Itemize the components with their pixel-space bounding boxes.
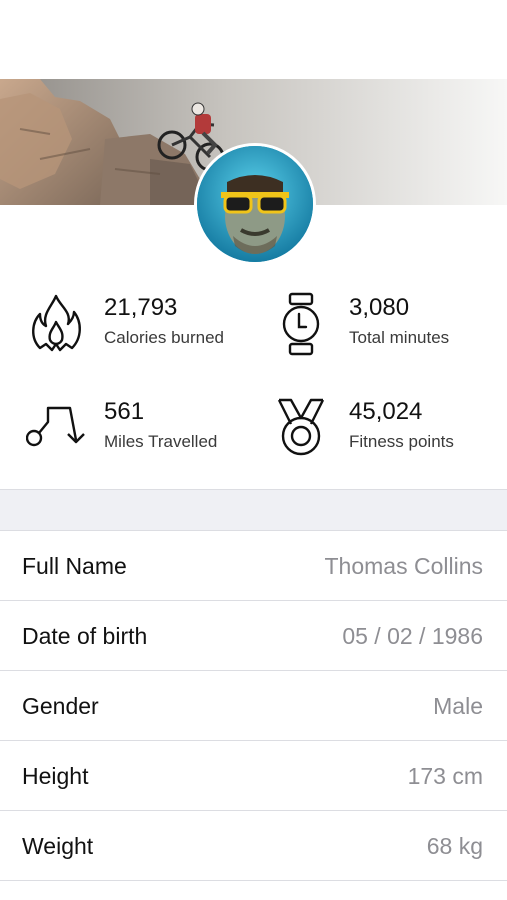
profile-screen: 21,793 Calories burned 3,080 Total minut… xyxy=(0,0,507,900)
calories-value: 21,793 xyxy=(104,294,178,321)
miles-label: Miles Travelled xyxy=(104,432,218,451)
info-row-date-of-birth[interactable]: Date of birth 05 / 02 / 1986 xyxy=(0,601,507,671)
avatar-image xyxy=(197,146,313,262)
medal-icon xyxy=(271,396,331,460)
minutes-value: 3,080 xyxy=(349,294,410,321)
flame-icon xyxy=(26,292,86,356)
info-value: Male xyxy=(433,693,483,719)
profile-info-list: Full Name Thomas Collins Date of birth 0… xyxy=(0,531,507,881)
info-label: Height xyxy=(22,763,89,789)
watch-icon xyxy=(271,292,331,356)
info-value: 68 kg xyxy=(426,833,483,859)
points-value: 45,024 xyxy=(349,398,423,425)
stat-points: 45,024 Fitness points xyxy=(271,396,501,466)
miles-value: 561 xyxy=(104,398,145,425)
info-value: Thomas Collins xyxy=(324,553,484,579)
stat-minutes: 3,080 Total minutes xyxy=(271,292,501,362)
info-row-height[interactable]: Height 173 cm xyxy=(0,741,507,811)
minutes-label: Total minutes xyxy=(349,328,450,347)
stat-miles: 561 Miles Travelled xyxy=(25,396,256,466)
calories-label: Calories burned xyxy=(104,328,225,347)
info-label: Gender xyxy=(22,693,99,719)
avatar[interactable] xyxy=(194,143,316,265)
route-icon xyxy=(25,396,86,460)
info-value: 05 / 02 / 1986 xyxy=(342,623,483,649)
info-row-full-name[interactable]: Full Name Thomas Collins xyxy=(0,531,507,601)
info-label: Full Name xyxy=(22,553,127,579)
section-separator xyxy=(0,489,507,531)
stat-calories: 21,793 Calories burned xyxy=(26,292,256,362)
points-label: Fitness points xyxy=(349,432,454,451)
info-row-gender[interactable]: Gender Male xyxy=(0,671,507,741)
info-label: Date of birth xyxy=(22,623,148,649)
info-label: Weight xyxy=(22,833,94,859)
top-bar xyxy=(0,0,507,79)
info-row-weight[interactable]: Weight 68 kg xyxy=(0,811,507,881)
info-value: 173 cm xyxy=(407,763,483,789)
